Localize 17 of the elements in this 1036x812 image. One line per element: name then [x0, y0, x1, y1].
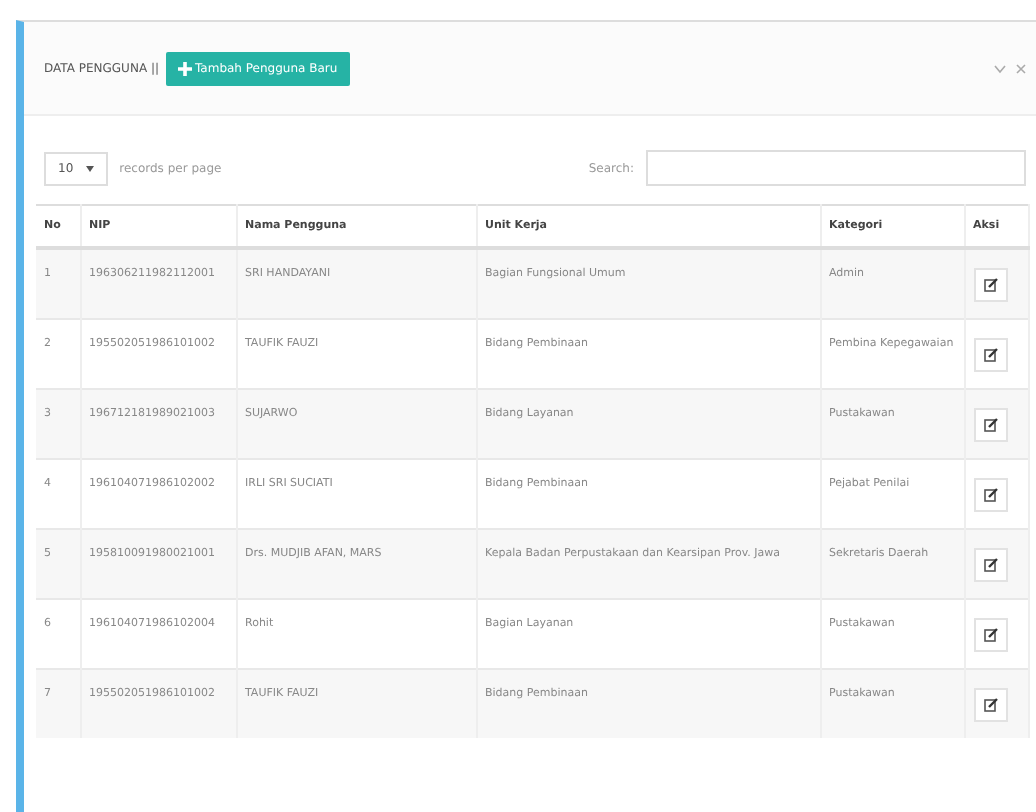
edit-button[interactable]	[973, 547, 1007, 581]
edit-icon	[983, 557, 997, 571]
edit-button[interactable]	[973, 407, 1007, 441]
edit-button[interactable]	[973, 267, 1007, 301]
edit-icon	[983, 627, 997, 641]
edit-button[interactable]	[973, 337, 1007, 371]
edit-icon	[983, 277, 997, 291]
edit-button[interactable]	[973, 687, 1007, 721]
edit-icon	[983, 487, 997, 501]
edit-icon	[983, 417, 997, 431]
plus-icon	[177, 61, 191, 75]
search-field[interactable]	[646, 150, 1026, 186]
edit-button[interactable]	[973, 617, 1007, 651]
edit-icon	[983, 347, 997, 361]
dropdown-icon	[85, 165, 94, 171]
edit-icon	[983, 697, 997, 711]
edit-button[interactable]	[973, 477, 1007, 511]
